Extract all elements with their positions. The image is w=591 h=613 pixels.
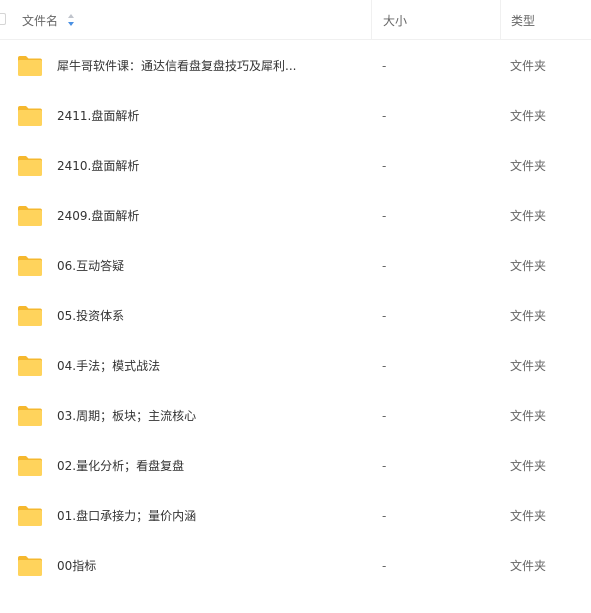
sort-arrows-icon[interactable] [67,13,75,27]
folder-type: 文件夹 [510,109,547,123]
folder-size: - [382,409,387,423]
folder-row[interactable]: 03.周期；板块；主流核心 - 文件夹 [0,391,591,441]
folder-name[interactable]: 02.量化分析；看盘复盘 [57,441,184,491]
folder-type: 文件夹 [510,359,547,373]
folder-row[interactable]: 01.盘口承接力；量价内涵 - 文件夹 [0,491,591,541]
folder-row[interactable]: 2411.盘面解析 - 文件夹 [0,91,591,141]
folder-type: 文件夹 [510,59,547,73]
folder-icon[interactable] [17,55,43,77]
folder-size: - [382,359,387,373]
folder-size: - [382,559,387,573]
file-list: 犀牛哥软件课：通达信看盘复盘技巧及犀利... - 文件夹 2411.盘面解析 - 文件夹 2… [0,41,591,591]
folder-row[interactable]: 2409.盘面解析 - 文件夹 [0,191,591,241]
folder-icon[interactable] [17,455,43,477]
folder-type: 文件夹 [510,259,547,273]
folder-icon[interactable] [17,305,43,327]
folder-icon[interactable] [17,555,43,577]
column-header-size[interactable]: 大小 [371,0,500,40]
folder-name[interactable]: 00指标 [57,541,96,591]
folder-type: 文件夹 [510,559,547,573]
folder-name[interactable]: 2409.盘面解析 [57,191,139,241]
select-all-checkbox[interactable] [0,13,6,25]
folder-name[interactable]: 2411.盘面解析 [57,91,139,141]
folder-type: 文件夹 [510,509,547,523]
folder-row[interactable]: 06.互动答疑 - 文件夹 [0,241,591,291]
folder-type: 文件夹 [510,159,547,173]
folder-type: 文件夹 [510,209,547,223]
folder-name[interactable]: 2410.盘面解析 [57,141,139,191]
folder-row[interactable]: 02.量化分析；看盘复盘 - 文件夹 [0,441,591,491]
folder-row[interactable]: 2410.盘面解析 - 文件夹 [0,141,591,191]
column-type-label[interactable]: 类型 [511,12,535,29]
folder-row[interactable]: 犀牛哥软件课：通达信看盘复盘技巧及犀利... - 文件夹 [0,41,591,91]
column-name-label[interactable]: 文件名 [22,0,58,40]
folder-size: - [382,59,387,73]
folder-type: 文件夹 [510,459,547,473]
folder-name[interactable]: 05.投资体系 [57,291,124,341]
folder-size: - [382,509,387,523]
folder-icon[interactable] [17,155,43,177]
folder-size: - [382,459,387,473]
column-header-name[interactable]: 文件名 [0,0,371,40]
folder-icon[interactable] [17,205,43,227]
folder-icon[interactable] [17,505,43,527]
folder-size: - [382,159,387,173]
folder-row[interactable]: 00指标 - 文件夹 [0,541,591,591]
folder-icon[interactable] [17,255,43,277]
folder-icon[interactable] [17,405,43,427]
folder-name[interactable]: 04.手法；模式战法 [57,341,160,391]
folder-name[interactable]: 01.盘口承接力；量价内涵 [57,491,196,541]
folder-row[interactable]: 04.手法；模式战法 - 文件夹 [0,341,591,391]
folder-type: 文件夹 [510,309,547,323]
folder-type: 文件夹 [510,409,547,423]
folder-size: - [382,259,387,273]
folder-size: - [382,209,387,223]
folder-size: - [382,109,387,123]
folder-icon[interactable] [17,355,43,377]
folder-size: - [382,309,387,323]
folder-name[interactable]: 犀牛哥软件课：通达信看盘复盘技巧及犀利... [57,41,296,91]
folder-icon[interactable] [17,105,43,127]
file-list-header: 文件名 大小 类型 [0,0,591,40]
column-header-type[interactable]: 类型 [500,0,591,40]
column-size-label[interactable]: 大小 [383,12,407,29]
folder-name[interactable]: 06.互动答疑 [57,241,124,291]
folder-name[interactable]: 03.周期；板块；主流核心 [57,391,196,441]
folder-row[interactable]: 05.投资体系 - 文件夹 [0,291,591,341]
